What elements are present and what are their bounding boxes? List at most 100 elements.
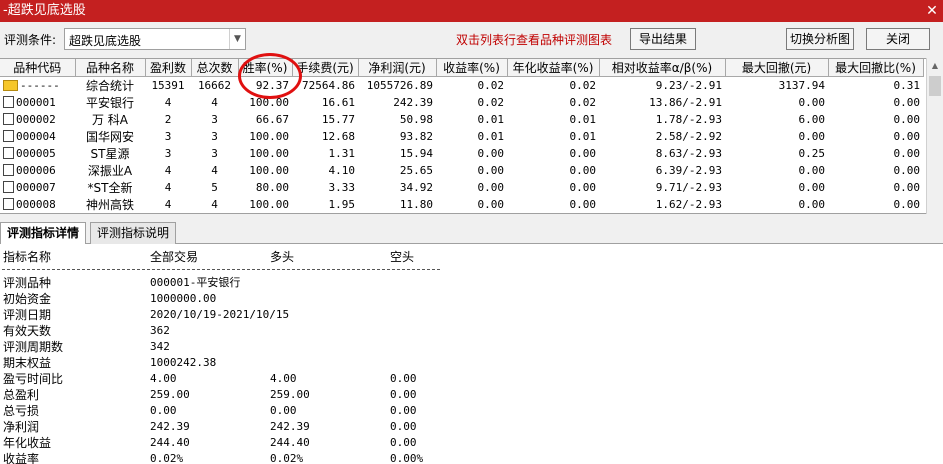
cell-text: 0.02 [477, 79, 505, 92]
detail-row: 收益率 0.02% 0.02% 0.00% [0, 451, 460, 464]
detail-value: 0.00 [390, 404, 417, 417]
table-cell: 0.00 [507, 162, 599, 179]
export-button[interactable]: 导出结果 [630, 28, 696, 50]
table-row[interactable]: 000007 *ST全新 4 5 80.00 3.33 34.92 0.00 0.00 9.71/… [0, 179, 923, 196]
table-cell: 11.80 [358, 196, 436, 213]
table-cell: 0.00 [436, 145, 507, 162]
table-cell: 3 [191, 128, 238, 145]
vertical-scrollbar[interactable]: ▲ [926, 58, 943, 214]
cell-text: 平安银行 [85, 96, 134, 110]
cell-text: 4 [164, 198, 172, 211]
table-cell: 000005 [0, 145, 75, 162]
tab-bar: 评测指标详情 评测指标说明 [0, 222, 943, 245]
column-header[interactable]: 最大回撤比(%) [828, 59, 924, 77]
condition-dropdown[interactable]: 超跌见底选股 ▼ [64, 28, 246, 50]
table-cell: 000006 [0, 162, 75, 179]
table-cell: 深振业A [75, 162, 145, 179]
table-cell: 242.39 [358, 94, 436, 111]
detail-row: 评测品种 000001-平安银行 [0, 275, 460, 291]
table-cell: 0.00 [828, 111, 923, 128]
table-cell: 0.25 [725, 145, 828, 162]
detail-label: 盈亏时间比 [3, 372, 64, 386]
close-button[interactable]: 关闭 [866, 28, 930, 50]
detail-value: 259.00 [270, 388, 310, 401]
detail-value: 1000242.38 [150, 356, 217, 369]
table-row[interactable]: ------ 综合统计 15391 16662 92.37 72564.86 1055726… [0, 77, 923, 95]
column-header[interactable]: 品种代码 [0, 59, 76, 77]
column-header[interactable]: 总次数 [191, 59, 239, 77]
detail-header-long: 多头 [270, 250, 295, 264]
cell-text: 72564.86 [302, 79, 355, 92]
detail-row: 期末权益 1000242.38 [0, 355, 460, 371]
cell-text: ------ [20, 79, 60, 92]
column-header[interactable]: 盈利数 [145, 59, 192, 77]
cell-text: 0.01 [569, 130, 597, 143]
tab-indicator-details[interactable]: 评测指标详情 [0, 222, 87, 245]
table-cell: 1055726.89 [358, 77, 436, 95]
table-cell: 15.94 [358, 145, 436, 162]
cell-text: 0.00 [569, 164, 597, 177]
table-cell: 25.65 [358, 162, 436, 179]
detail-row: 总亏损 0.00 0.00 0.00 [0, 403, 460, 419]
table-cell: 4.10 [292, 162, 358, 179]
table-cell: 000008 [0, 196, 75, 213]
table-row[interactable]: 000005 ST星源 3 3 100.00 1.31 15.94 0.00 0.00 8.63/… [0, 145, 923, 162]
cell-text: 0.00 [477, 198, 505, 211]
table-cell: 2 [145, 111, 191, 128]
table-cell: 0.02 [507, 77, 599, 95]
condition-value: 超跌见底选股 [69, 34, 142, 48]
table-cell: 0.02 [436, 77, 507, 95]
table-cell: 0.00 [828, 94, 923, 111]
cell-text: 0.31 [893, 79, 921, 92]
cell-text: 6.39/-2.93 [655, 164, 722, 177]
detail-row: 初始资金 1000000.00 [0, 291, 460, 307]
column-header[interactable]: 品种名称 [75, 59, 146, 77]
cell-text: 100.00 [249, 198, 289, 211]
cell-text: 4 [211, 198, 218, 211]
table-row[interactable]: 000004 国华网安 3 3 100.00 12.68 93.82 0.01 0.01 2.58… [0, 128, 923, 145]
table-cell: 15391 [145, 77, 191, 95]
table-cell: 80.00 [238, 179, 292, 196]
cell-text: 16662 [197, 79, 232, 92]
switch-chart-button[interactable]: 切换分析图 [786, 28, 854, 50]
table-cell: 4 [145, 196, 191, 213]
table-cell: 4 [145, 179, 191, 196]
table-cell: 1.62/-2.93 [599, 196, 725, 213]
cell-text: *ST全新 [87, 181, 133, 195]
detail-value: 242.39 [270, 420, 310, 433]
table-cell: 15.77 [292, 111, 358, 128]
table-cell: 0.00 [436, 179, 507, 196]
cell-text: 0.00 [893, 164, 921, 177]
cell-text: 0.00 [798, 96, 826, 109]
table-row[interactable]: 000008 神州高铁 4 4 100.00 1.95 11.80 0.00 0.00 1.62/… [0, 196, 923, 213]
table-cell: 2.58/-2.92 [599, 128, 725, 145]
cell-text: 0.00 [798, 181, 826, 194]
column-header[interactable]: 年化收益率(%) [507, 59, 600, 77]
column-header[interactable]: 收益率(%) [436, 59, 508, 77]
chevron-down-icon[interactable]: ▼ [229, 29, 245, 49]
table-cell: 16.61 [292, 94, 358, 111]
column-header[interactable]: 净利润(元) [358, 59, 437, 77]
cell-text: 50.98 [399, 113, 433, 126]
table-row[interactable]: 000002 万 科A 2 3 66.67 15.77 50.98 0.01 0.01 1.78/… [0, 111, 923, 128]
tab-indicator-notes[interactable]: 评测指标说明 [90, 222, 177, 244]
table-row[interactable]: 000006 深振业A 4 4 100.00 4.10 25.65 0.00 0.00 6.39/… [0, 162, 923, 179]
scroll-up-icon[interactable]: ▲ [927, 58, 943, 74]
cell-text: 100.00 [249, 147, 289, 160]
table-row[interactable]: 000001 平安银行 4 4 100.00 16.61 242.39 0.02 0.02 13.… [0, 94, 923, 111]
detail-label: 总盈利 [3, 388, 40, 402]
cell-text: 000004 [16, 130, 56, 143]
detail-label: 有效天数 [3, 324, 52, 338]
detail-label: 年化收益 [3, 436, 52, 450]
table-cell: ------ [0, 77, 75, 95]
close-icon[interactable]: ✕ [921, 0, 943, 22]
folder-icon [3, 80, 18, 91]
column-header[interactable]: 相对收益率α/β(%) [599, 59, 726, 77]
table-cell: 平安银行 [75, 94, 145, 111]
table-cell: 72564.86 [292, 77, 358, 95]
detail-row: 评测日期 2020/10/19-2021/10/15 [0, 307, 460, 323]
column-header[interactable]: 最大回撤(元) [725, 59, 829, 77]
detail-value: 4.00 [270, 372, 297, 385]
scroll-thumb[interactable] [929, 76, 941, 96]
table-cell: 100.00 [238, 162, 292, 179]
